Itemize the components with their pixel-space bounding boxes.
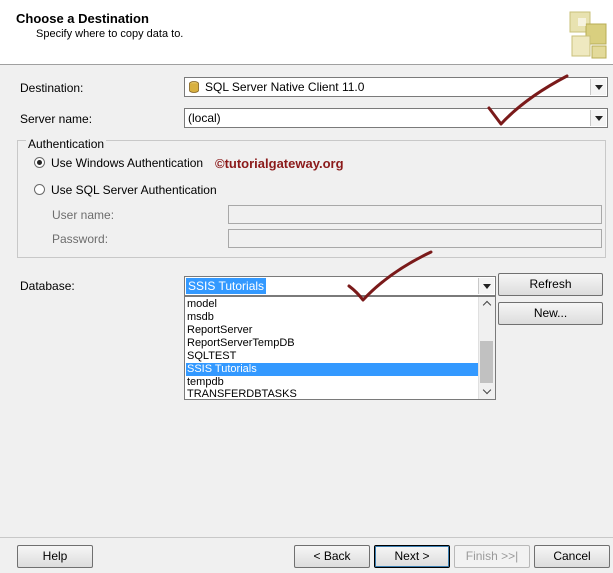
back-button[interactable]: < Back: [294, 545, 370, 568]
list-item[interactable]: ReportServer: [186, 324, 480, 337]
database-value: SSIS Tutorials: [186, 278, 267, 294]
scroll-up-icon[interactable]: [479, 297, 495, 311]
scrollbar-thumb[interactable]: [480, 341, 493, 383]
wizard-header: Choose a Destination Specify where to co…: [0, 0, 613, 65]
new-database-button[interactable]: New...: [498, 302, 603, 325]
list-item[interactable]: SQLTEST: [186, 350, 480, 363]
list-item[interactable]: TRANSFERDBTASKS: [186, 388, 480, 399]
database-dropdown[interactable]: SSIS Tutorials: [184, 276, 496, 296]
server-name-value: (local): [188, 111, 221, 125]
help-button[interactable]: Help: [17, 545, 93, 568]
list-item[interactable]: msdb: [186, 311, 480, 324]
watermark-text: ©tutorialgateway.org: [215, 156, 344, 171]
scroll-down-icon[interactable]: [479, 385, 495, 399]
database-dropdown-list[interactable]: model msdb ReportServer ReportServerTemp…: [184, 296, 496, 400]
username-input[interactable]: [228, 205, 602, 224]
destination-value: SQL Server Native Client 11.0: [205, 80, 365, 94]
chevron-down-icon[interactable]: [590, 79, 606, 95]
list-item-selected[interactable]: SSIS Tutorials: [186, 363, 480, 376]
destination-label: Destination:: [20, 81, 84, 95]
next-button[interactable]: Next >: [374, 545, 450, 568]
list-item[interactable]: ReportServerTempDB: [186, 337, 480, 350]
windows-auth-label[interactable]: Use Windows Authentication: [51, 156, 203, 170]
database-label: Database:: [20, 279, 75, 293]
scrollbar[interactable]: [478, 297, 495, 399]
windows-auth-radio[interactable]: [34, 157, 45, 168]
authentication-group-label: Authentication: [26, 137, 107, 151]
checkmark-icon: [487, 74, 569, 126]
footer-divider: [0, 537, 613, 538]
database-icon: [189, 81, 199, 93]
sql-auth-radio[interactable]: [34, 184, 45, 195]
checkmark-icon: [347, 250, 433, 302]
password-input[interactable]: [228, 229, 602, 248]
cancel-button[interactable]: Cancel: [534, 545, 610, 568]
username-label: User name:: [52, 208, 115, 222]
password-label: Password:: [52, 232, 109, 246]
sql-auth-label[interactable]: Use SQL Server Authentication: [51, 183, 217, 197]
page-subtitle: Specify where to copy data to.: [36, 28, 184, 40]
server-name-label: Server name:: [20, 112, 93, 126]
page-title: Choose a Destination: [16, 11, 149, 26]
wizard-cube-icon: [569, 11, 607, 59]
refresh-button[interactable]: Refresh: [498, 273, 603, 296]
finish-button[interactable]: Finish >>|: [454, 545, 530, 568]
chevron-down-icon[interactable]: [590, 110, 606, 126]
chevron-down-icon[interactable]: [478, 278, 494, 294]
